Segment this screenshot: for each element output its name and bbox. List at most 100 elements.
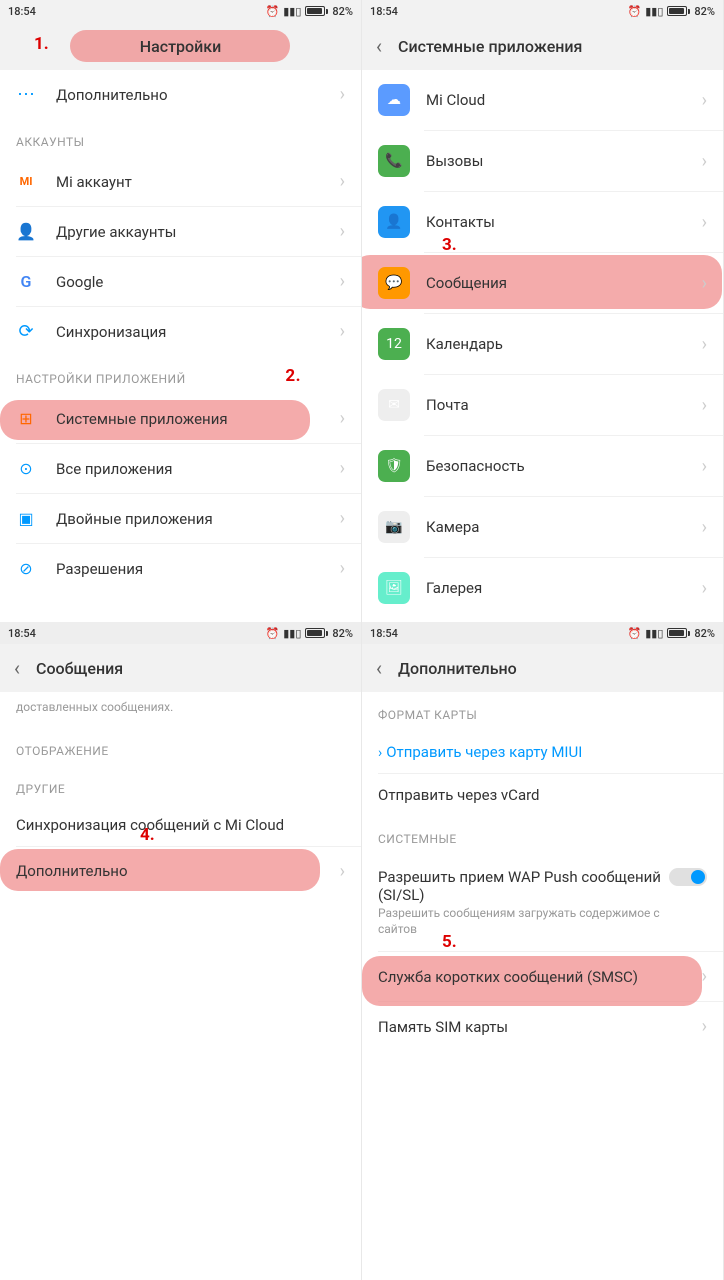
app-icon: 12 [378,328,410,360]
chevron-right-icon: › [340,458,345,479]
trailing-desc: доставленных сообщениях. [16,700,345,716]
section-card: ФОРМАТ КАРТЫ [362,692,723,730]
header: ‹ Системные приложения [362,22,723,70]
header: ‹ Дополнительно [362,644,723,692]
back-button[interactable]: ‹ [376,656,382,680]
header: 1. Настройки [0,22,361,70]
page-title: Системные приложения [398,37,582,56]
item-send-vcard[interactable]: Отправить через vCard [362,774,723,816]
item-wap-push[interactable]: Разрешить прием WAP Push сообщений (SI/S… [362,854,723,951]
signal-icon: ▮▮▯ [283,627,301,640]
chevron-right-icon: › [702,1016,707,1037]
app-icon: 🖼 [378,572,410,604]
chevron-right-icon: › [340,558,345,579]
chevron-right-icon: › [340,321,345,342]
app-item[interactable]: 🖼Галерея› [362,558,723,618]
item-permissions[interactable]: ⊘ Разрешения › [0,544,361,593]
item-dual-apps[interactable]: ▣ Двойные приложения › [0,494,361,543]
chevron-right-icon: › [340,861,345,882]
section-accounts: АККАУНТЫ [0,119,361,157]
status-icons: ⏰ ▮▮▯ 82% [628,627,715,640]
item-mi-account[interactable]: MI Mi аккаунт › [0,157,361,206]
battery-percent: 82% [332,627,353,640]
chevron-right-icon: › [702,212,707,233]
app-item[interactable]: 📞Вызовы› [362,131,723,191]
item-more[interactable]: ⋯ Дополнительно › [0,70,361,119]
chevron-right-icon: › [340,171,345,192]
signal-icon: ▮▮▯ [645,5,663,18]
app-item[interactable]: 👤Контакты› [362,192,723,252]
chevron-right-icon: › [702,151,707,172]
alarm-icon: ⏰ [266,627,280,640]
item-sync[interactable]: ⟳ Синхронизация › [0,307,361,356]
item-smsc[interactable]: 5. Служба коротких сообщений (SMSC) › [362,952,723,1001]
item-send-miui-card[interactable]: › Отправить через карту MIUI [362,730,723,773]
item-all-apps[interactable]: ⊙ Все приложения › [0,444,361,493]
battery-percent: 82% [694,627,715,640]
app-item[interactable]: 📷Камера› [362,497,723,557]
app-icon: ☁ [378,84,410,116]
dual-icon: ▣ [16,509,36,529]
item-sim-memory[interactable]: Память SIM карты › [362,1002,723,1051]
header: ‹ Сообщения [0,644,361,692]
app-icon: 📞 [378,145,410,177]
sync-icon: ⟳ [16,322,36,342]
battery-icon [305,628,328,638]
chevron-right-icon: › [340,84,345,105]
page-title: Настройки [140,37,221,56]
chevron-right-icon: › [340,221,345,242]
item-system-apps[interactable]: ⊞ Системные приложения › [0,394,361,443]
chevron-right-icon: › [702,395,707,416]
item-google[interactable]: G Google › [0,257,361,306]
alarm-icon: ⏰ [628,5,642,18]
item-mi-cloud-sync[interactable]: Синхронизация сообщений с Mi Cloud [0,804,361,846]
chevron-right-icon: › [702,456,707,477]
back-button[interactable]: ‹ [14,656,20,680]
status-bar: 18:54 ⏰ ▮▮▯ 82% [362,0,723,22]
battery-icon [667,628,690,638]
grid-icon: ⊞ [16,409,36,429]
annotation-1: 1. [34,34,49,54]
battery-icon [667,6,690,16]
toggle[interactable] [669,868,707,886]
chevron-right-icon: › [340,271,345,292]
status-icons: ⏰ ▮▮▯ 82% [266,627,353,640]
status-time: 18:54 [8,5,36,18]
app-item[interactable]: ☁Mi Cloud› [362,70,723,130]
panel-3-messages: 18:54 ⏰ ▮▮▯ 82% ‹ Сообщения доставленных… [0,622,362,1280]
chevron-right-icon: › [702,90,707,111]
status-time: 18:54 [370,627,398,640]
alarm-icon: ⏰ [266,5,280,18]
item-advanced[interactable]: 4. Дополнительно › [0,847,361,896]
app-icon: 👤 [378,206,410,238]
shield-icon: ⊘ [16,559,36,579]
panel-1-settings: 18:54 ⏰ ▮▮▯ 82% 1. Настройки ⋯ Дополните… [0,0,362,622]
app-icon: ✉ [378,389,410,421]
more-icon: ⋯ [16,85,36,105]
section-other: ДРУГИЕ [0,766,361,804]
alarm-icon: ⏰ [628,627,642,640]
panel-4-advanced: 18:54 ⏰ ▮▮▯ 82% ‹ Дополнительно ФОРМАТ К… [362,622,724,1280]
chevron-right-icon: › [340,508,345,529]
section-system: СИСТЕМНЫЕ [362,816,723,854]
app-item[interactable]: 3.💬Сообщения› [362,253,723,313]
google-icon: G [16,272,36,292]
app-item[interactable]: ✉Почта› [362,375,723,435]
app-icon: 🛡 [378,450,410,482]
chevron-right-icon: › [340,408,345,429]
item-other-accounts[interactable]: 👤 Другие аккаунты › [0,207,361,256]
status-time: 18:54 [8,627,36,640]
chevron-right-icon: › [702,966,707,987]
section-app-settings: НАСТРОЙКИ ПРИЛОЖЕНИЙ 2. [0,356,361,394]
status-bar: 18:54 ⏰ ▮▮▯ 82% [0,622,361,644]
chevron-right-icon: › [702,517,707,538]
app-item[interactable]: 12Календарь› [362,314,723,374]
chevron-right-icon: › [702,273,707,294]
back-button[interactable]: ‹ [376,34,382,58]
signal-icon: ▮▮▯ [645,627,663,640]
app-item[interactable]: 🛡Безопасность› [362,436,723,496]
panel-2-system-apps: 18:54 ⏰ ▮▮▯ 82% ‹ Системные приложения ☁… [362,0,724,622]
annotation-3: 3. [442,235,457,255]
page-title: Сообщения [36,659,123,678]
circle-icon: ⊙ [16,459,36,479]
